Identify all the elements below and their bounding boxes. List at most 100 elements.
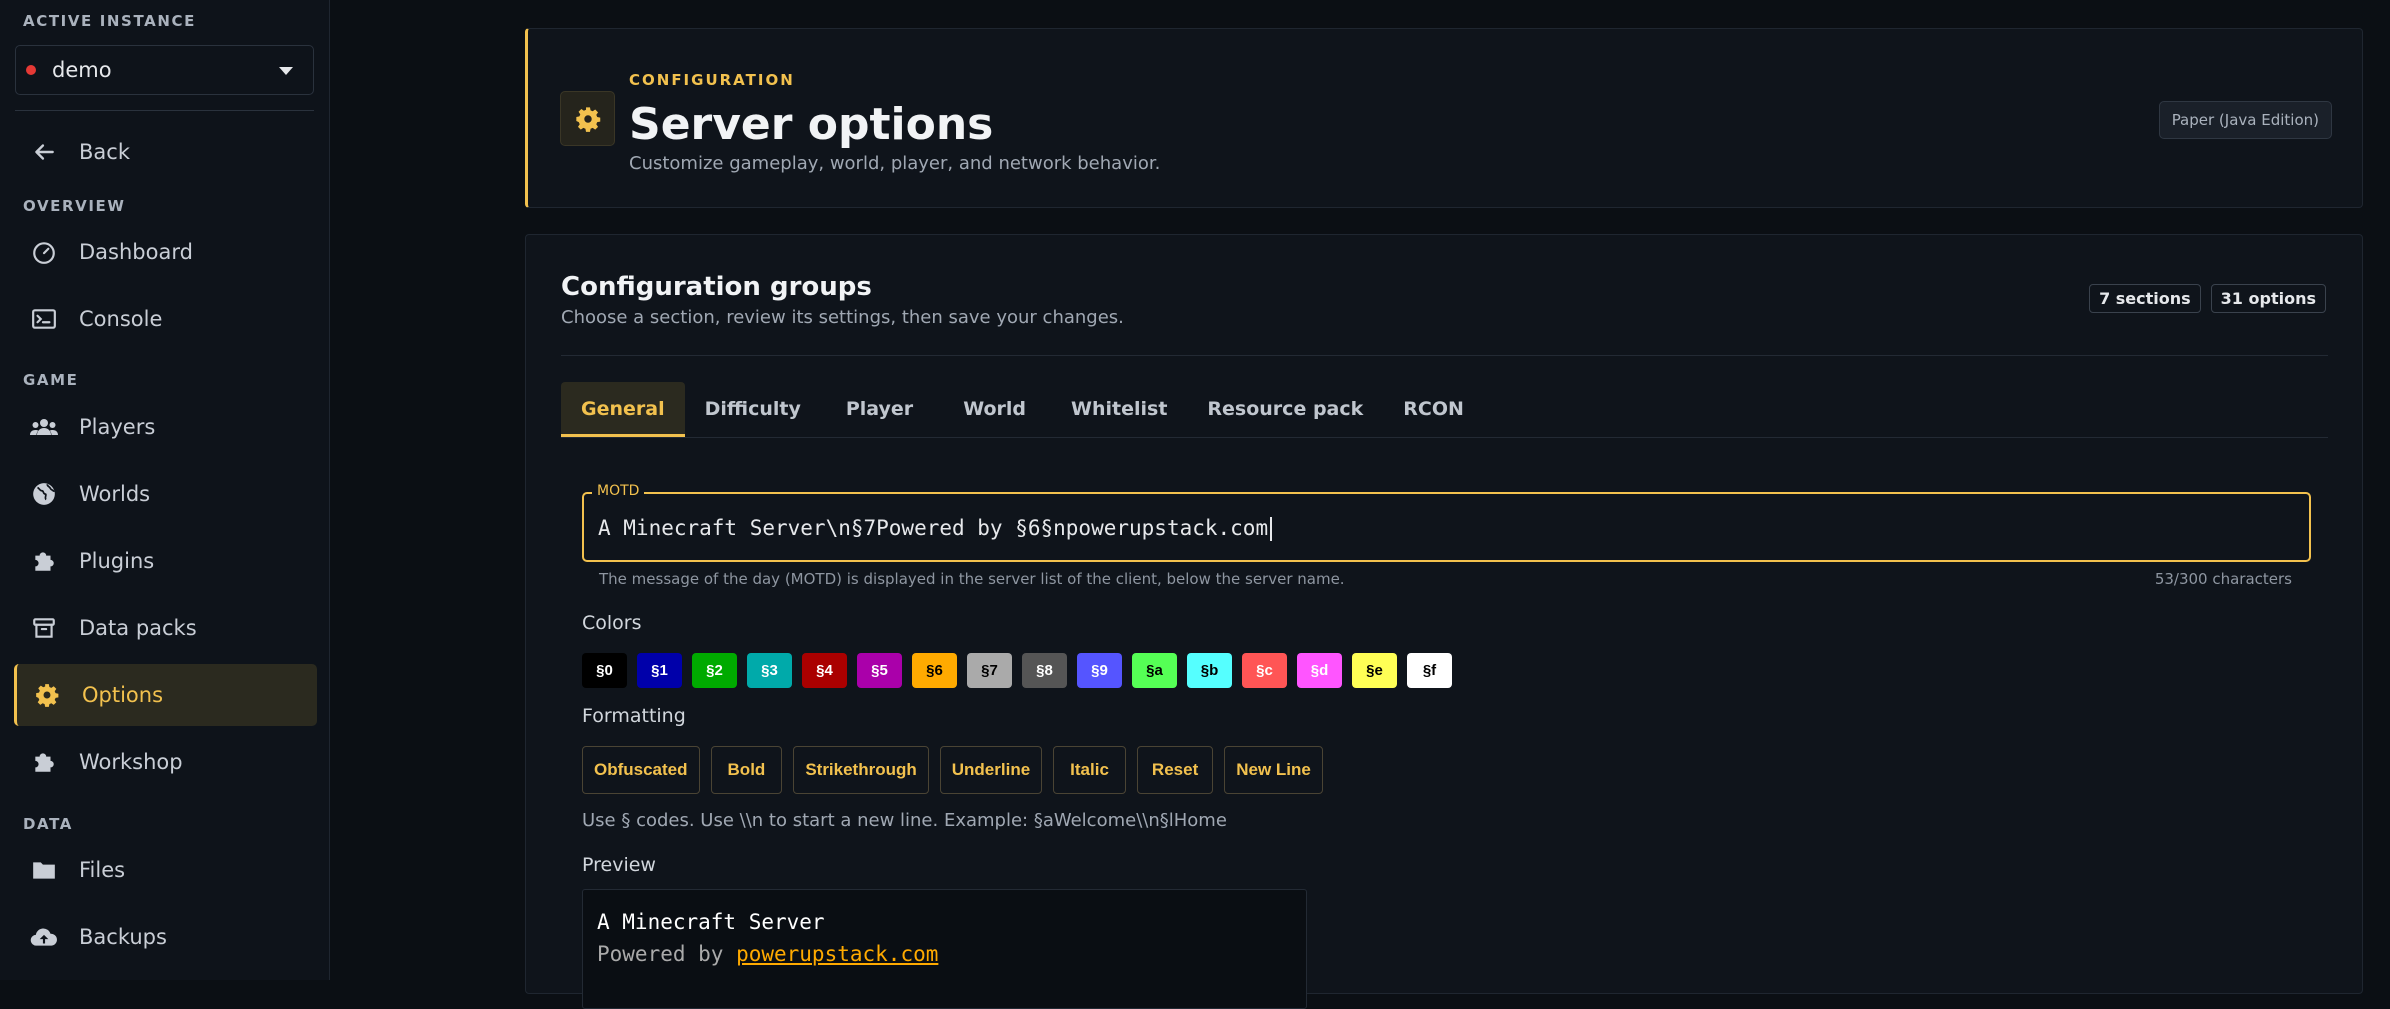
page-subtitle: Customize gameplay, world, player, and n… xyxy=(629,153,1161,174)
color-swatch-3[interactable]: §3 xyxy=(747,653,792,688)
gear-icon xyxy=(560,91,615,146)
tab-player[interactable]: Player xyxy=(821,382,938,437)
codes-hint: Use § codes. Use \\n to start a new line… xyxy=(582,810,1227,831)
sidebar-item-worlds[interactable]: Worlds xyxy=(14,463,317,525)
preview-line-1: A Minecraft Server xyxy=(597,910,825,934)
users-icon xyxy=(29,412,59,442)
instance-select[interactable]: demo xyxy=(15,45,314,95)
sidebar-item-label: Data packs xyxy=(79,616,197,640)
bold-button[interactable]: Bold xyxy=(710,746,783,794)
new-line-button[interactable]: New Line xyxy=(1224,746,1323,794)
page-title: Server options xyxy=(629,99,994,150)
section-data: DATA xyxy=(23,815,73,833)
preview-line-2: Powered by powerupstack.com xyxy=(597,942,938,966)
count-chips: 7 sections 31 options xyxy=(2089,284,2326,313)
color-swatch-8[interactable]: §8 xyxy=(1022,653,1067,688)
folder-icon xyxy=(29,855,59,885)
puzzle-icon xyxy=(29,546,59,576)
motd-label: MOTD xyxy=(592,483,645,499)
color-swatch-a[interactable]: §a xyxy=(1132,653,1177,688)
globe-icon xyxy=(29,479,59,509)
sidebar-item-label: Files xyxy=(79,858,126,882)
tab-whitelist[interactable]: Whitelist xyxy=(1051,382,1187,437)
sidebar-item-workshop[interactable]: Workshop xyxy=(14,731,317,793)
sidebar: ACTIVE INSTANCE demo Back OVERVIEW Dashb… xyxy=(0,0,330,980)
color-swatch-5[interactable]: §5 xyxy=(857,653,902,688)
sidebar-item-dashboard[interactable]: Dashboard xyxy=(14,221,317,283)
strikethrough-button[interactable]: Strikethrough xyxy=(793,746,929,794)
back-label: Back xyxy=(79,140,130,164)
color-swatch-f[interactable]: §f xyxy=(1407,653,1452,688)
options-count-badge: 31 options xyxy=(2210,284,2326,313)
caret-down-icon xyxy=(279,67,293,75)
color-swatch-6[interactable]: §6 xyxy=(912,653,957,688)
config-tabs: General Difficulty Player World Whitelis… xyxy=(561,382,2328,438)
color-swatch-7[interactable]: §7 xyxy=(967,653,1012,688)
sidebar-item-options[interactable]: Options xyxy=(14,664,317,726)
motd-input[interactable]: MOTD A Minecraft Server\n§7Powered by §6… xyxy=(582,483,2311,562)
color-swatch-d[interactable]: §d xyxy=(1297,653,1342,688)
sidebar-item-console[interactable]: Console xyxy=(14,288,317,350)
preview-label: Preview xyxy=(582,854,656,876)
underline-button[interactable]: Underline xyxy=(939,746,1043,794)
sidebar-item-label: Options xyxy=(82,683,164,707)
italic-button[interactable]: Italic xyxy=(1053,746,1126,794)
cloud-upload-icon xyxy=(29,922,59,952)
gauge-icon xyxy=(29,237,59,267)
preview-line-2-prefix: Powered by xyxy=(597,942,737,966)
tab-resource-pack[interactable]: Resource pack xyxy=(1187,382,1383,437)
obfuscated-button[interactable]: Obfuscated xyxy=(582,746,700,794)
color-swatch-4[interactable]: §4 xyxy=(802,653,847,688)
puzzle-icon xyxy=(29,747,59,777)
configuration-groups: Configuration groups Choose a section, r… xyxy=(525,234,2363,1009)
color-swatch-0[interactable]: §0 xyxy=(582,653,627,688)
tab-general[interactable]: General xyxy=(561,382,685,437)
color-swatch-1[interactable]: §1 xyxy=(637,653,682,688)
groups-title: Configuration groups xyxy=(561,272,872,302)
instance-name: demo xyxy=(52,58,112,82)
sidebar-item-label: Backups xyxy=(79,925,167,949)
sidebar-item-datapacks[interactable]: Data packs xyxy=(14,597,317,659)
color-swatch-c[interactable]: §c xyxy=(1242,653,1287,688)
preview-link: powerupstack.com xyxy=(736,942,939,966)
color-code-palette: §0 §1 §2 §3 §4 §5 §6 §7 §8 §9 §a §b §c §d §e §f xyxy=(582,653,1452,688)
formatting-buttons: Obfuscated Bold Strikethrough Underline … xyxy=(582,746,1323,794)
motd-preview: A Minecraft Server Powered by powerupsta… xyxy=(582,889,1307,1009)
sidebar-item-players[interactable]: Players xyxy=(14,396,317,458)
motd-value[interactable]: A Minecraft Server\n§7Powered by §6§npow… xyxy=(598,516,1272,541)
reset-button[interactable]: Reset xyxy=(1136,746,1214,794)
motd-helper-text: The message of the day (MOTD) is display… xyxy=(599,570,1345,588)
section-game: GAME xyxy=(23,371,79,389)
groups-subtitle: Choose a section, review its settings, t… xyxy=(561,307,1124,328)
sidebar-item-label: Worlds xyxy=(79,482,151,506)
section-overview: OVERVIEW xyxy=(23,197,126,215)
color-swatch-e[interactable]: §e xyxy=(1352,653,1397,688)
arrow-left-icon xyxy=(29,137,59,167)
terminal-icon xyxy=(29,304,59,334)
color-swatch-9[interactable]: §9 xyxy=(1077,653,1122,688)
tab-rcon[interactable]: RCON xyxy=(1383,382,1484,437)
sidebar-divider xyxy=(15,110,314,111)
sidebar-item-label: Players xyxy=(79,415,156,439)
edition-badge: Paper (Java Edition) xyxy=(2158,101,2332,139)
color-swatch-b[interactable]: §b xyxy=(1187,653,1232,688)
colors-label: Colors xyxy=(582,612,642,634)
archive-icon xyxy=(29,613,59,643)
sidebar-item-label: Workshop xyxy=(79,750,183,774)
sections-count-badge: 7 sections xyxy=(2089,284,2201,313)
back-button[interactable]: Back xyxy=(14,121,317,183)
gear-icon xyxy=(32,680,62,710)
tab-world[interactable]: World xyxy=(938,382,1051,437)
sidebar-item-plugins[interactable]: Plugins xyxy=(14,530,317,592)
sidebar-item-backups[interactable]: Backups xyxy=(14,906,317,968)
page-header: CONFIGURATION Server options Customize g… xyxy=(525,28,2363,208)
motd-char-count: 53/300 characters xyxy=(2154,570,2292,588)
active-instance-label: ACTIVE INSTANCE xyxy=(23,12,196,30)
color-swatch-2[interactable]: §2 xyxy=(692,653,737,688)
sidebar-item-files[interactable]: Files xyxy=(14,839,317,901)
tab-difficulty[interactable]: Difficulty xyxy=(685,382,821,437)
divider xyxy=(561,355,2328,356)
formatting-label: Formatting xyxy=(582,705,686,727)
sidebar-item-label: Console xyxy=(79,307,163,331)
sidebar-item-label: Plugins xyxy=(79,549,155,573)
